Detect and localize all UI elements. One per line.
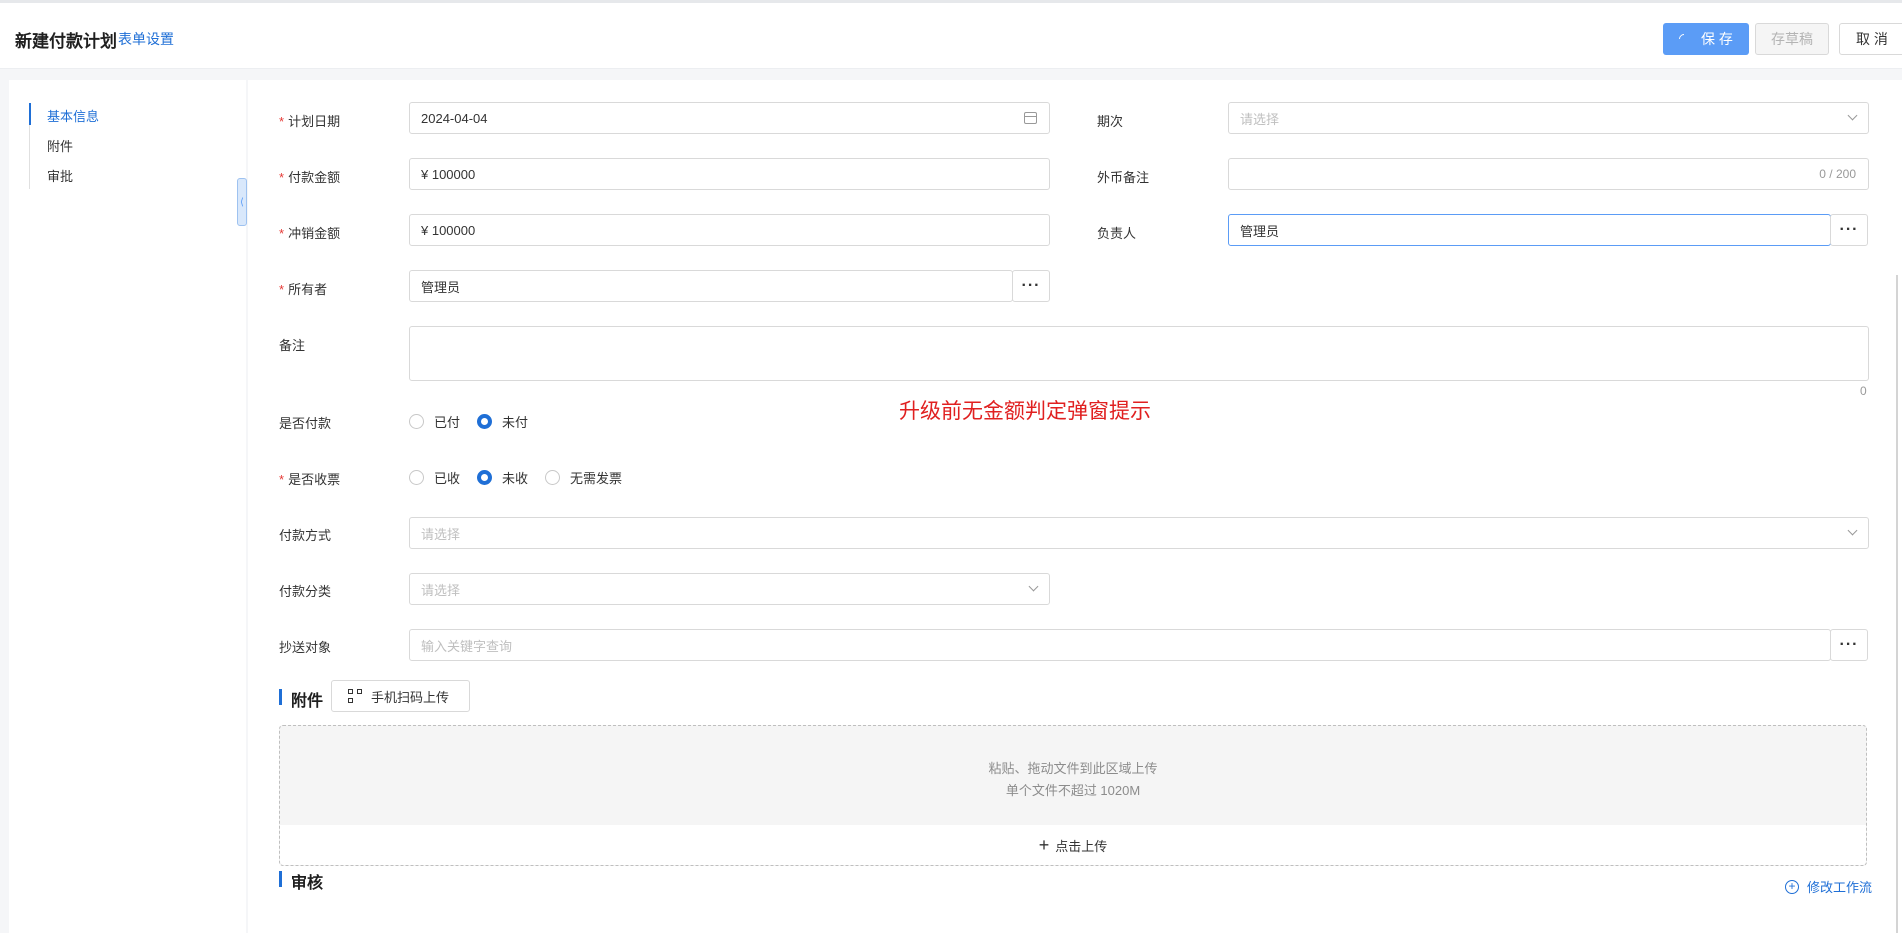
offset-amount-label: * 冲销金额: [279, 226, 341, 241]
anchor-attachments[interactable]: 附件: [47, 136, 73, 155]
upload-dropzone[interactable]: 粘贴、拖动文件到此区域上传 单个文件不超过 1020M + 点击上传: [279, 725, 1867, 866]
pay-category-label: 付款分类: [279, 584, 332, 599]
page-header: 新建付款计划 表单设置 保 存 存草稿 取 消: [0, 3, 1902, 69]
fx-note-input[interactable]: 0 / 200: [1228, 158, 1869, 190]
mobile-scan-upload-button[interactable]: 手机扫码上传: [331, 680, 470, 712]
loading-icon: [1676, 31, 1692, 47]
attachments-section-title: 附件: [279, 687, 323, 711]
owner-person-input[interactable]: 管理员: [1228, 214, 1831, 246]
click-upload-button[interactable]: + 点击上传: [280, 825, 1866, 865]
approval-section-title: 审核: [279, 869, 323, 893]
anchor-sidebar: [9, 80, 246, 933]
invoice-label: * 是否收票: [279, 472, 341, 487]
anchor-basic-info[interactable]: 基本信息: [47, 106, 99, 125]
pay-method-select[interactable]: 请选择: [409, 517, 1869, 549]
radio-no-invoice[interactable]: 无需发票: [545, 468, 622, 487]
chevron-down-icon: [1847, 525, 1858, 536]
cc-input[interactable]: 输入关键字查询: [409, 629, 1831, 661]
chevron-down-icon: [1028, 581, 1039, 592]
calendar-icon: [1024, 112, 1037, 124]
radio-unpaid[interactable]: 未付: [477, 412, 528, 431]
save-draft-button[interactable]: 存草稿: [1755, 23, 1829, 55]
cc-label: 抄送对象: [279, 640, 332, 655]
qrcode-icon: [348, 689, 362, 703]
offset-amount-input[interactable]: ¥ 100000: [409, 214, 1050, 246]
cancel-button[interactable]: 取 消: [1839, 23, 1902, 55]
owner-label: * 所有者: [279, 282, 328, 297]
annotation-note: 升级前无金额判定弹窗提示: [899, 399, 1151, 423]
mobile-scan-upload-label: 手机扫码上传: [371, 689, 450, 705]
collapse-arrow-icon[interactable]: ⟨: [237, 178, 247, 226]
period-select[interactable]: 请选择: [1228, 102, 1869, 134]
edit-workflow-link[interactable]: + 修改工作流: [1785, 877, 1872, 896]
radio-paid[interactable]: 已付: [409, 412, 460, 431]
anchor-approval[interactable]: 审批: [47, 166, 73, 185]
page-title: 新建付款计划: [15, 32, 117, 51]
save-button-label: 保 存: [1701, 31, 1733, 47]
remark-counter: 0: [1860, 384, 1867, 398]
period-label: 期次: [1097, 114, 1124, 129]
pay-amount-input[interactable]: ¥ 100000: [409, 158, 1050, 190]
upload-size-hint: 单个文件不超过 1020M: [1005, 783, 1141, 798]
remark-textarea[interactable]: [409, 326, 1869, 381]
remark-label: 备注: [279, 338, 306, 353]
owner-input[interactable]: 管理员: [409, 270, 1013, 302]
pay-method-label: 付款方式: [279, 528, 332, 543]
radio-invoice-not-received[interactable]: 未收: [477, 468, 528, 487]
radio-invoice-received[interactable]: 已收: [409, 468, 460, 487]
upload-drop-hint: 粘贴、拖动文件到此区域上传: [988, 761, 1158, 776]
plus-circle-icon: +: [1785, 879, 1799, 894]
scrollbar[interactable]: [1896, 275, 1898, 933]
is-paid-label: 是否付款: [279, 416, 332, 431]
ellipsis-icon[interactable]: ···: [1830, 629, 1868, 661]
form-settings-link[interactable]: 表单设置: [118, 29, 174, 49]
plus-icon: +: [1038, 834, 1050, 855]
plan-date-label: * 计划日期: [279, 114, 341, 129]
chevron-down-icon: [1847, 110, 1858, 121]
pay-category-select[interactable]: 请选择: [409, 573, 1050, 605]
ellipsis-icon[interactable]: ···: [1830, 214, 1868, 246]
fx-note-counter: 0 / 200: [1819, 167, 1856, 181]
fx-note-label: 外币备注: [1097, 170, 1150, 185]
ellipsis-icon[interactable]: ···: [1012, 270, 1050, 302]
anchor-active-indicator: [29, 103, 31, 125]
pay-amount-label: * 付款金额: [279, 170, 341, 185]
save-button[interactable]: 保 存: [1663, 23, 1749, 55]
owner-person-label: 负责人: [1097, 226, 1137, 241]
plan-date-input[interactable]: 2024-04-04: [409, 102, 1050, 134]
